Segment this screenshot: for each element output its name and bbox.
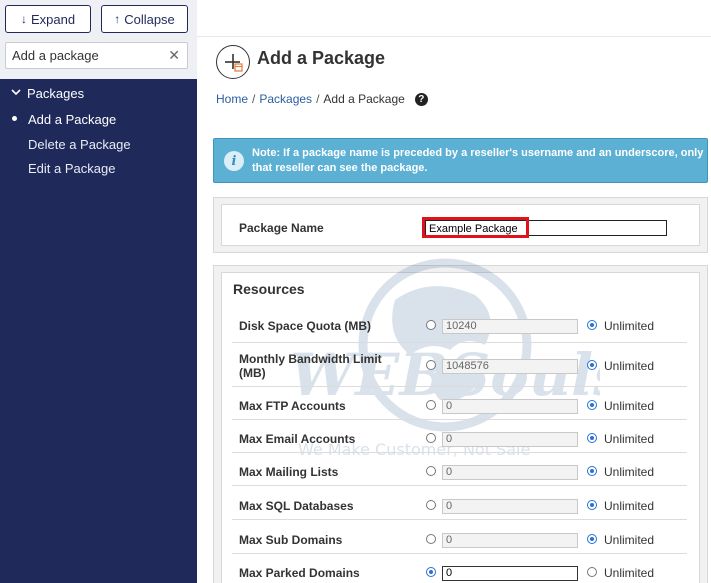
resource-value-input[interactable]: 0 (442, 465, 578, 480)
breadcrumb-separator: / (252, 92, 256, 106)
expand-label: Expand (30, 11, 76, 27)
unlimited-label: Unlimited (604, 432, 655, 446)
note-text: Note: If a package name is preceded by a… (252, 146, 704, 174)
resources-title: Resources (233, 281, 305, 297)
resource-row: Max Mailing Lists 0 Unlimited (232, 453, 687, 486)
unlimited-radio[interactable] (587, 567, 597, 577)
info-note: i Note: If a package name is preceded by… (213, 138, 708, 183)
page-title: Add a Package (257, 48, 386, 68)
main-topbar (197, 0, 711, 37)
resource-label: Max Email Accounts (239, 432, 356, 446)
unlimited-radio[interactable] (587, 320, 597, 330)
collapse-button[interactable]: ↑ Collapse (101, 5, 188, 33)
resource-row: Max SQL Databases 0 Unlimited (232, 486, 687, 520)
resource-value-input[interactable]: 0 (442, 432, 578, 447)
custom-value-radio[interactable] (426, 466, 436, 476)
custom-value-radio[interactable] (426, 320, 436, 330)
add-package-icon (216, 45, 250, 79)
custom-value-radio[interactable] (426, 567, 436, 577)
resource-value-input[interactable]: 0 (442, 533, 578, 548)
sidebar-item-delete-package[interactable]: Delete a Package (28, 137, 131, 152)
custom-value-radio[interactable] (426, 400, 436, 410)
unlimited-label: Unlimited (604, 533, 655, 547)
package-name-field-wrap (425, 220, 667, 236)
resource-label: Max Mailing Lists (239, 465, 339, 479)
resource-row: Monthly Bandwidth Limit (MB) 1048576 Unlim… (232, 343, 687, 387)
unlimited-radio[interactable] (587, 433, 597, 443)
info-icon: i (224, 151, 244, 171)
unlimited-radio[interactable] (587, 360, 597, 370)
sidebar-group-packages[interactable]: Packages (11, 86, 84, 101)
expand-button[interactable]: ↓ Expand (5, 5, 91, 33)
resource-value-input[interactable]: 0 (442, 499, 578, 514)
chevron-down-icon (11, 88, 21, 99)
resource-value-input[interactable]: 1048576 (442, 359, 578, 374)
active-item-dot (12, 116, 17, 121)
unlimited-label: Unlimited (604, 319, 655, 333)
package-name-field[interactable] (426, 222, 666, 236)
unlimited-radio[interactable] (587, 500, 597, 510)
resource-label: Max FTP Accounts (239, 399, 346, 413)
unlimited-label: Unlimited (604, 465, 655, 479)
resource-row: Max Parked Domains 0 Unlimited (232, 554, 687, 583)
custom-value-radio[interactable] (426, 500, 436, 510)
resource-row: Max Email Accounts 0 Unlimited (232, 420, 687, 453)
breadcrumb-separator: / (316, 92, 320, 106)
resource-value-input[interactable]: 0 (442, 566, 578, 581)
resource-row: Disk Space Quota (MB) 10240 Unlimited (232, 310, 687, 343)
sidebar-toolbar: ↓ Expand ↑ Collapse ✕ (0, 0, 197, 79)
custom-value-radio[interactable] (426, 360, 436, 370)
custom-value-radio[interactable] (426, 433, 436, 443)
unlimited-radio[interactable] (587, 534, 597, 544)
arrow-up-icon: ↑ (114, 12, 121, 26)
breadcrumb-packages[interactable]: Packages (259, 92, 312, 106)
sidebar-search: ✕ (5, 42, 188, 69)
breadcrumb-current: Add a Package (323, 92, 405, 106)
package-name-label: Package Name (239, 221, 324, 235)
unlimited-label: Unlimited (604, 359, 655, 373)
sidebar-item-add-package[interactable]: Add a Package (28, 112, 116, 127)
resource-label: Max Sub Domains (239, 533, 343, 547)
resource-row: Max FTP Accounts 0 Unlimited (232, 387, 687, 420)
breadcrumb-home[interactable]: Home (216, 92, 248, 106)
unlimited-label: Unlimited (604, 499, 655, 513)
help-icon[interactable]: ? (414, 92, 428, 106)
unlimited-radio[interactable] (587, 466, 597, 476)
resource-label: Max SQL Databases (239, 499, 354, 513)
unlimited-label: Unlimited (604, 566, 655, 580)
sidebar-group-label: Packages (27, 86, 85, 101)
resource-label: Max Parked Domains (239, 566, 360, 580)
collapse-label: Collapse (124, 11, 175, 27)
unlimited-label: Unlimited (604, 399, 655, 413)
resource-value-input[interactable]: 10240 (442, 319, 578, 334)
breadcrumb: Home / Packages / Add a Package ? (216, 92, 428, 106)
arrow-down-icon: ↓ (20, 12, 27, 26)
unlimited-radio[interactable] (587, 400, 597, 410)
resource-label: Disk Space Quota (MB) (239, 319, 372, 333)
resource-row: Max Sub Domains 0 Unlimited (232, 520, 687, 554)
resource-label: Monthly Bandwidth Limit (MB) (239, 352, 382, 380)
resource-value-input[interactable]: 0 (442, 399, 578, 414)
search-input[interactable] (12, 48, 162, 63)
sidebar-item-edit-package[interactable]: Edit a Package (28, 161, 115, 176)
custom-value-radio[interactable] (426, 534, 436, 544)
clear-icon[interactable]: ✕ (168, 47, 180, 64)
